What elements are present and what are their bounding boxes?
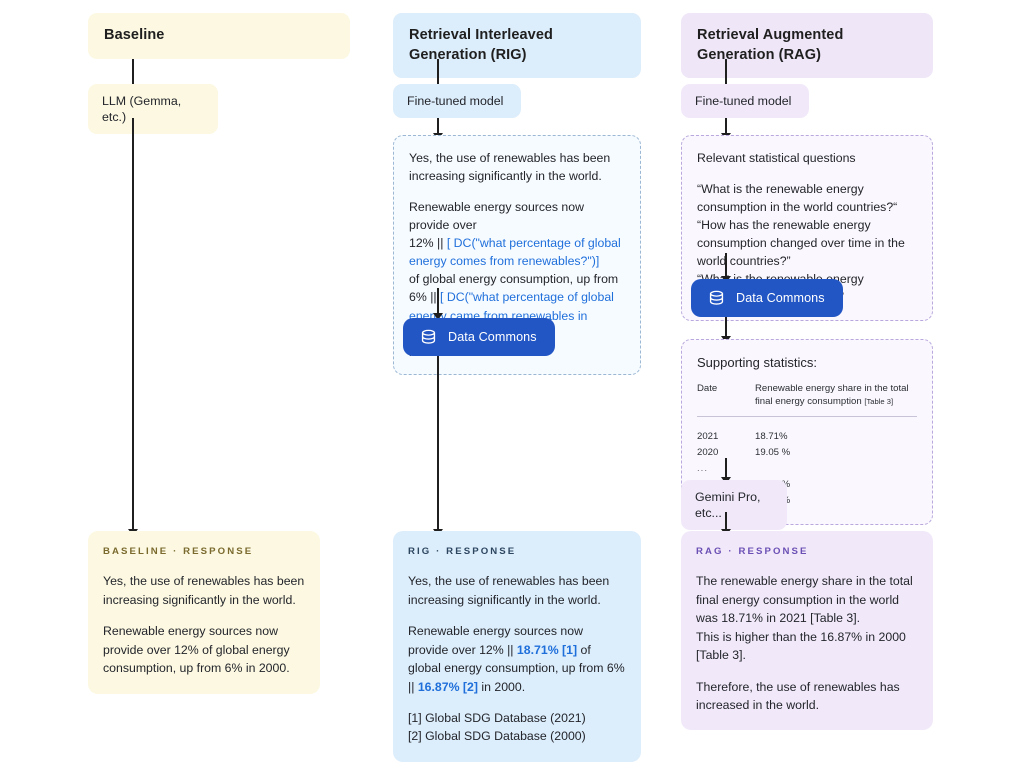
baseline-response-label: BASELINE · RESPONSE bbox=[103, 546, 254, 557]
table-row: 2020 19.05 % bbox=[697, 445, 917, 461]
rig-response-p2: Renewable energy sources now provide ove… bbox=[408, 622, 626, 696]
rag-response-p2: Therefore, the use of renewables has inc… bbox=[696, 679, 900, 713]
rag-data-commons-badge[interactable]: Data Commons bbox=[691, 279, 843, 317]
database-icon bbox=[707, 289, 726, 308]
rig-gen-line3: of global energy consumption, up from bbox=[409, 272, 619, 287]
arrow-baseline-model-to-response bbox=[126, 118, 140, 536]
rig-response-references: [1] Global SDG Database (2021) [2] Globa… bbox=[408, 709, 626, 746]
rig-gen-line1: Renewable energy sources now provide ove… bbox=[409, 200, 584, 233]
rag-response-label: RAG · RESPONSE bbox=[696, 546, 809, 557]
rig-generation-p1: Yes, the use of renewables has been incr… bbox=[409, 151, 611, 184]
rag-model: Fine-tuned model bbox=[681, 84, 809, 119]
stats-col-value: Renewable energy share in the total fina… bbox=[755, 383, 917, 417]
baseline-response-p2: Renewable energy sources now provide ove… bbox=[103, 624, 290, 676]
rag-question-2: “How has the renewable energy consumptio… bbox=[697, 218, 905, 269]
baseline-model: LLM (Gemma, etc.) bbox=[88, 84, 218, 135]
rig-title: Retrieval Interleaved Generation (RIG) bbox=[393, 13, 641, 79]
database-icon bbox=[419, 328, 438, 347]
rag-response-box: RAG · RESPONSE The renewable energy shar… bbox=[681, 531, 933, 731]
rag-data-commons-label: Data Commons bbox=[736, 291, 825, 305]
rag-model-2: Gemini Pro, etc... bbox=[681, 480, 787, 531]
stats-row-date: 2020 bbox=[697, 446, 719, 458]
rig-reference-2: [2] Global SDG Database (2000) bbox=[408, 729, 586, 744]
table-row-ellipsis: ... bbox=[697, 461, 917, 477]
rig-model: Fine-tuned model bbox=[393, 84, 521, 119]
rig-data-commons-badge[interactable]: Data Commons bbox=[403, 318, 555, 356]
rig-response-p1: Yes, the use of renewables has been incr… bbox=[408, 574, 610, 607]
table-header-row: Date Renewable energy share in the total… bbox=[697, 383, 917, 417]
rig-gen-line2-plain: 12% || bbox=[409, 236, 447, 251]
rag-title: Retrieval Augmented Generation (RAG) bbox=[681, 13, 933, 79]
rig-data-commons-label: Data Commons bbox=[448, 330, 537, 344]
rig-response-box: RIG · RESPONSE Yes, the use of renewable… bbox=[393, 531, 641, 762]
stats-col-value-ref: [Table 3] bbox=[864, 397, 894, 407]
diagram-canvas: Baseline LLM (Gemma, etc.) BASELINE · RE… bbox=[0, 0, 1024, 762]
stats-row-value bbox=[755, 461, 917, 477]
rag-questions-heading: Relevant statistical questions bbox=[697, 151, 856, 165]
arrow-rig-datacommons-to-response bbox=[431, 356, 445, 536]
rig-response-label: RIG · RESPONSE bbox=[408, 546, 517, 557]
table-row: 2021 18.71% bbox=[697, 416, 917, 444]
baseline-response-box: BASELINE · RESPONSE Yes, the use of rene… bbox=[88, 531, 320, 694]
stats-col-date: Date bbox=[697, 383, 755, 417]
baseline-title: Baseline bbox=[88, 13, 350, 59]
rag-stats-title: Supporting statistics: bbox=[697, 355, 817, 370]
rig-gen-line4-plain: 6% || bbox=[409, 290, 440, 305]
stats-row-date: ... bbox=[697, 462, 708, 474]
stats-row-value: 18.71% bbox=[755, 430, 788, 442]
rig-resp-c: in 2000. bbox=[477, 679, 526, 694]
baseline-response-p1: Yes, the use of renewables has been incr… bbox=[103, 574, 305, 607]
stats-row-value: 19.05 % bbox=[755, 446, 791, 458]
rig-reference-1: [1] Global SDG Database (2021) bbox=[408, 711, 586, 726]
rag-response-p1: The renewable energy share in the total … bbox=[696, 574, 913, 663]
rag-question-1: “What is the renewable energy consumptio… bbox=[697, 182, 898, 215]
stats-row-date: 2021 bbox=[697, 430, 719, 442]
rig-resp-highlight-1: 18.71% [1] bbox=[516, 642, 578, 657]
rig-resp-highlight-2: 16.87% [2] bbox=[417, 679, 478, 694]
